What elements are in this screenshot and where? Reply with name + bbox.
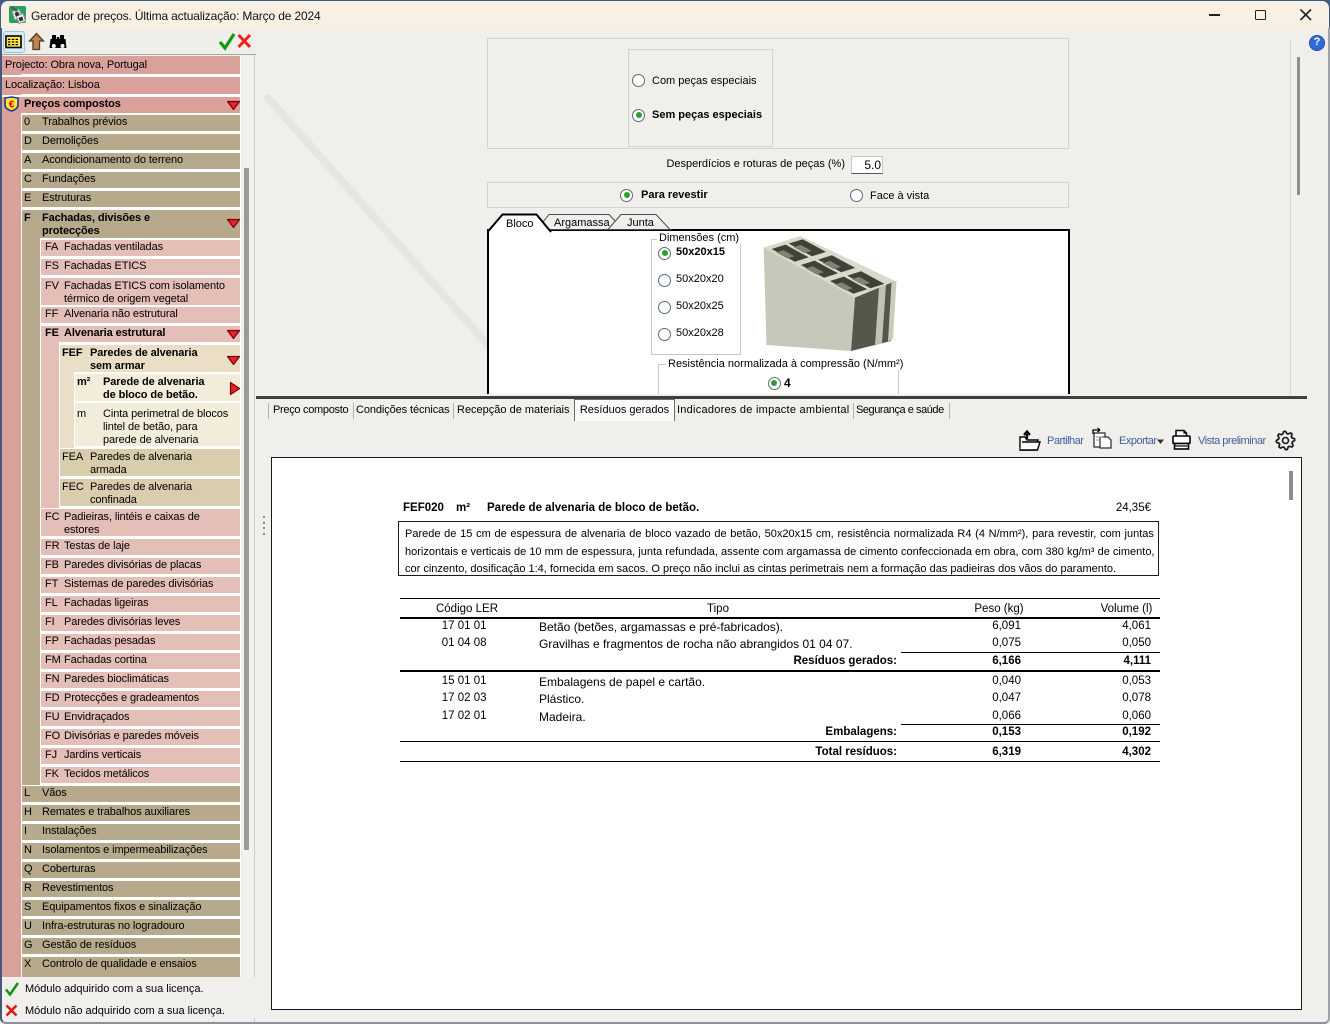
svg-text:€: €	[9, 100, 15, 111]
svg-text:Argamassa: Argamassa	[554, 217, 611, 229]
svg-text:Bloco: Bloco	[506, 218, 534, 230]
svg-text:Junta: Junta	[627, 217, 655, 229]
